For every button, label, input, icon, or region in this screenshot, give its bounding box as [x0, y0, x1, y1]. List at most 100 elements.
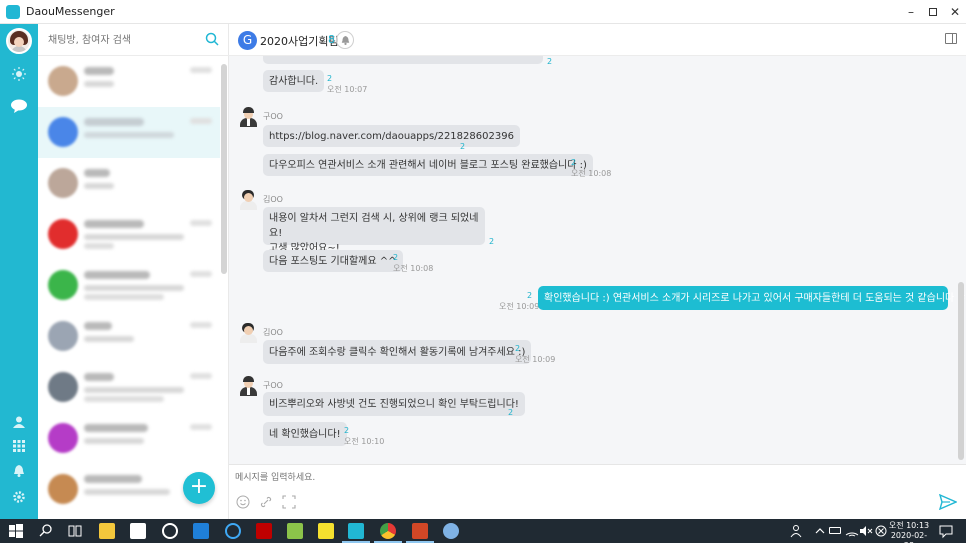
chat-list-item[interactable] [38, 413, 220, 464]
apps-grid-icon[interactable] [9, 436, 29, 456]
unread-count: 2 [515, 344, 521, 353]
unread-count: 2 [508, 408, 514, 417]
chat-list-item[interactable] [38, 158, 220, 209]
chat-list-item-selected[interactable] [38, 107, 220, 158]
maximize-button[interactable] [922, 0, 944, 24]
notepad-plus-icon[interactable] [287, 523, 303, 539]
settings-gear-icon[interactable] [9, 487, 29, 507]
attach-link-icon[interactable] [259, 495, 273, 509]
message-bubble: 다우오피스 연관서비스 소개 관련해서 네이버 블로그 포스팅 완료했습니다 :… [263, 154, 593, 176]
message-bubble: 다음 포스팅도 기대할께요 ^^ [263, 250, 403, 272]
minimize-button[interactable]: – [900, 0, 922, 24]
message-link-bubble[interactable]: https://blog.naver.com/daouapps/22182860… [263, 125, 520, 147]
unread-count: 2 [393, 253, 399, 262]
room-notification-button[interactable] [336, 31, 354, 49]
emoji-icon[interactable] [236, 495, 250, 509]
unread-count: 2 [527, 291, 533, 300]
chat-list-item[interactable] [38, 362, 220, 413]
my-message-bubble: 확인했습니다 :) 연관서비스 소개가 시리즈로 나가고 있어서 구매자들한테 … [538, 286, 966, 310]
chat-room-panel: G 2020사업기획팀 8 2 감사합니다. 2 오전 10:07 구OO ht… [229, 24, 966, 519]
bell-icon[interactable] [9, 461, 29, 481]
mail-icon[interactable] [193, 523, 209, 539]
unread-count: 2 [547, 57, 553, 66]
window-title: DaouMessenger [26, 5, 115, 18]
message-time: 오전 10:10 [344, 437, 385, 446]
chat-list-item[interactable] [38, 311, 220, 362]
side-panel-toggle-icon[interactable] [945, 33, 957, 44]
windows-start-icon[interactable] [8, 523, 24, 539]
message-bubble: 내용이 알차서 그런지 검색 시, 상위에 랭크 되었네요! 고생 많았어요~! [263, 207, 485, 254]
message-time: 오전 10:08 [393, 264, 434, 273]
sender-avatar [239, 323, 257, 343]
message-input[interactable] [235, 471, 835, 485]
sender-avatar [239, 190, 257, 210]
chrome-icon[interactable] [380, 523, 396, 539]
sender-avatar [239, 376, 257, 396]
message-scrollbar[interactable] [958, 282, 964, 460]
message-bubble: 네 확인했습니다! [263, 422, 347, 446]
search-bar [38, 24, 229, 56]
chat-list-scrollbar[interactable] [221, 64, 227, 274]
message-time: 오전 10:08 [571, 169, 612, 178]
unread-count: 2 [327, 74, 333, 83]
window-titlebar: DaouMessenger – ✕ [0, 0, 966, 24]
room-title: 2020사업기획팀 [260, 35, 339, 48]
app-gear-icon[interactable] [162, 523, 178, 539]
contacts-icon[interactable] [9, 412, 29, 432]
sticky-notes-icon[interactable] [318, 523, 334, 539]
room-header: G 2020사업기획팀 8 [229, 24, 966, 56]
people-icon[interactable] [789, 523, 805, 539]
sender-name: 구OO [263, 112, 283, 121]
internet-explorer-icon[interactable] [225, 523, 241, 539]
windows-taskbar: 오전 10:13 2020-02-28 [0, 519, 966, 543]
sun-icon[interactable] [9, 64, 29, 84]
tray-expand-icon[interactable] [812, 523, 828, 539]
message-bubble-partial [263, 56, 543, 64]
filezilla-icon[interactable] [256, 523, 272, 539]
sender-name: 김OO [263, 195, 283, 204]
capture-screen-icon[interactable] [282, 495, 296, 509]
message-bubble: 비즈뿌리오와 사방넷 건도 진행되었으니 확인 부탁드립니다! [263, 392, 525, 416]
app-logo-icon [6, 4, 20, 19]
unread-count: 2 [344, 426, 350, 435]
taskbar-search-icon[interactable] [38, 523, 54, 539]
battery-icon[interactable] [829, 527, 841, 534]
daoumessenger-taskbar-icon[interactable] [348, 523, 364, 539]
new-chat-button[interactable]: + [183, 472, 215, 504]
send-icon[interactable] [939, 494, 957, 510]
message-time: 오전 10:09 [499, 302, 540, 311]
message-bubble: 감사합니다. [263, 70, 325, 92]
sender-avatar [239, 107, 257, 127]
chat-list-panel: + [38, 24, 229, 519]
message-time: 오전 10:07 [327, 85, 368, 94]
message-bubble: 다음주에 조회수랑 클릭수 확인해서 활동기록에 남겨주세요 :) [263, 340, 532, 364]
powerpoint-icon[interactable] [412, 523, 428, 539]
nav-rail [0, 24, 38, 519]
sender-name: 구OO [263, 381, 283, 390]
room-avatar: G [238, 31, 257, 50]
unread-count: 2 [489, 237, 495, 246]
clock-date[interactable]: 2020-02-28 [886, 531, 932, 543]
unread-count: 2 [460, 142, 466, 151]
message-text-line: 내용이 알차서 그런지 검색 시, 상위에 랭크 되었네요! [269, 213, 479, 239]
message-list: 2 감사합니다. 2 오전 10:07 구OO https://blog.nav… [229, 56, 966, 464]
store-icon[interactable] [130, 523, 146, 539]
clock-time[interactable]: 오전 10:13 [886, 521, 932, 531]
message-time: 오전 10:09 [515, 355, 556, 364]
volume-muted-icon[interactable] [858, 523, 874, 539]
chat-list-item[interactable] [38, 209, 220, 260]
close-button[interactable]: ✕ [944, 0, 966, 24]
sender-name: 김OO [263, 328, 283, 337]
unread-count: 2 [571, 158, 577, 167]
chat-search-input[interactable] [48, 32, 198, 48]
member-count[interactable]: 8 [328, 33, 335, 46]
my-profile-avatar[interactable] [6, 28, 32, 54]
chat-list-item[interactable] [38, 56, 220, 107]
search-icon[interactable] [205, 32, 219, 46]
task-view-icon[interactable] [67, 523, 83, 539]
chat-bubble-icon[interactable] [9, 96, 29, 116]
snipping-tool-icon[interactable] [443, 523, 459, 539]
action-center-icon[interactable] [938, 523, 954, 539]
chat-list-item[interactable] [38, 260, 220, 311]
file-explorer-icon[interactable] [99, 523, 115, 539]
